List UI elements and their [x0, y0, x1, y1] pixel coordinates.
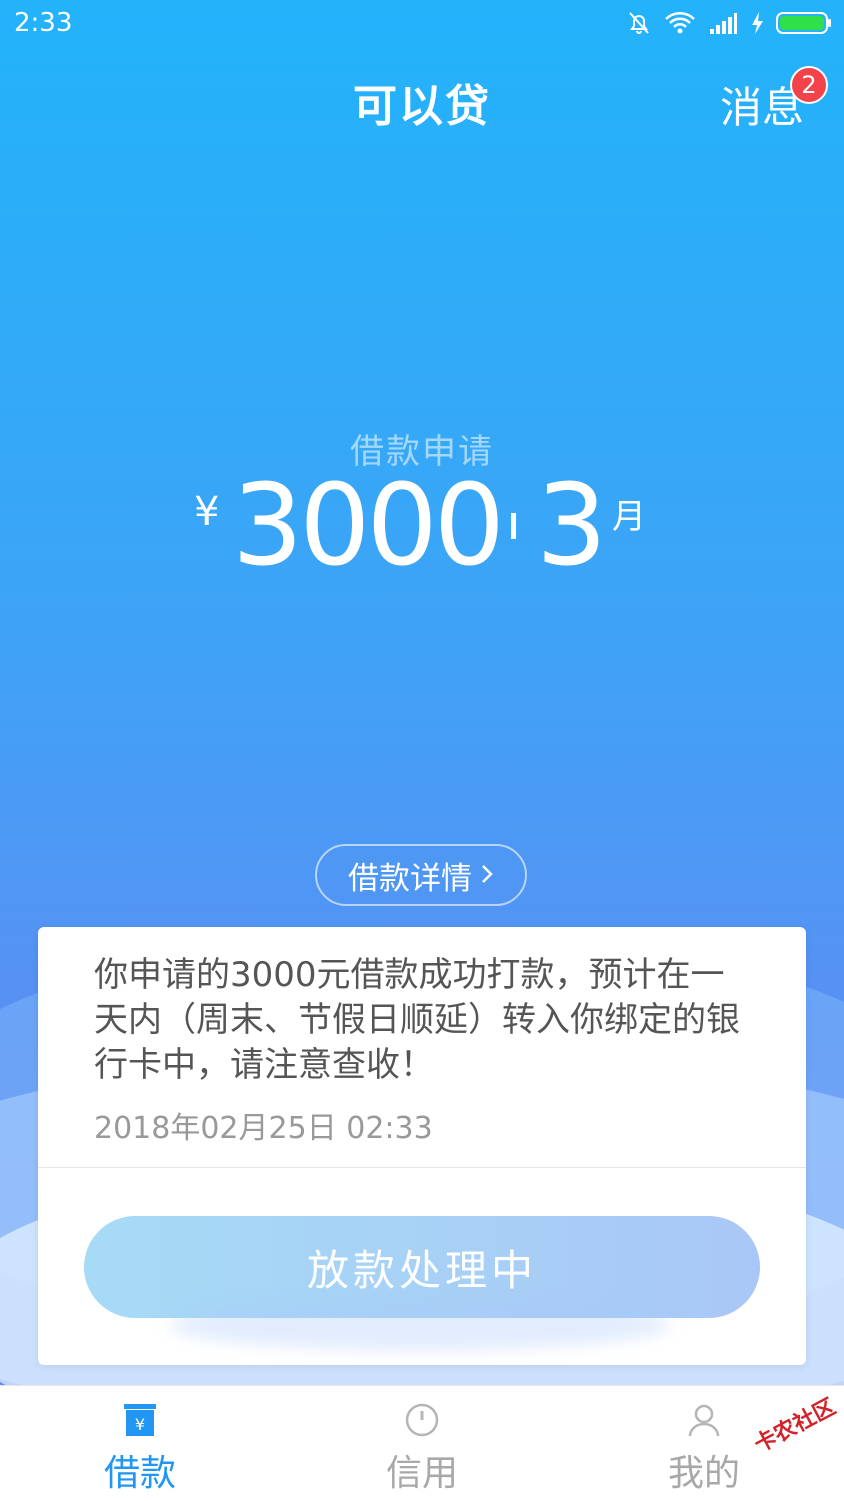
wifi-icon	[664, 10, 696, 36]
notice-timestamp: 2018年02月25日 02:33	[94, 1111, 433, 1146]
battery-icon	[776, 10, 832, 36]
charging-icon	[750, 11, 764, 35]
button-glow	[170, 1300, 670, 1350]
credit-gauge-icon	[404, 1402, 440, 1438]
mute-bell-icon	[626, 10, 652, 36]
status-time: 2:33	[14, 8, 73, 38]
user-icon	[686, 1402, 722, 1438]
loan-details-label: 借款详情	[348, 860, 472, 897]
loan-term-unit: 月	[612, 497, 646, 537]
tab-label: 信用	[385, 1453, 458, 1494]
signal-icon	[708, 11, 738, 35]
bottom-tab-bar: ¥ 借款 信用 我的	[0, 1385, 844, 1501]
loan-details-button[interactable]: 借款详情	[315, 844, 527, 906]
app-title: 可以贷	[353, 81, 491, 132]
divider	[38, 1167, 806, 1168]
separator	[511, 513, 516, 539]
loan-icon: ¥	[122, 1402, 158, 1438]
loan-term: 3	[536, 461, 608, 591]
disbursement-notice: 你申请的3000元借款成功打款，预计在一天内（周末、节假日顺延）转入你绑定的银行…	[94, 955, 740, 1085]
chevron-right-icon	[480, 857, 494, 893]
currency-symbol: ¥	[194, 489, 220, 535]
status-bar: 2:33	[0, 0, 844, 48]
svg-text:¥: ¥	[135, 1415, 145, 1434]
tab-credit[interactable]: 信用	[322, 1386, 522, 1501]
unread-badge: 2	[790, 66, 828, 104]
tab-loan[interactable]: ¥ 借款	[40, 1386, 240, 1501]
tab-label: 借款	[103, 1453, 176, 1494]
loan-summary: ¥ 3000 3 月	[0, 461, 844, 595]
loan-amount: 3000	[232, 461, 505, 591]
